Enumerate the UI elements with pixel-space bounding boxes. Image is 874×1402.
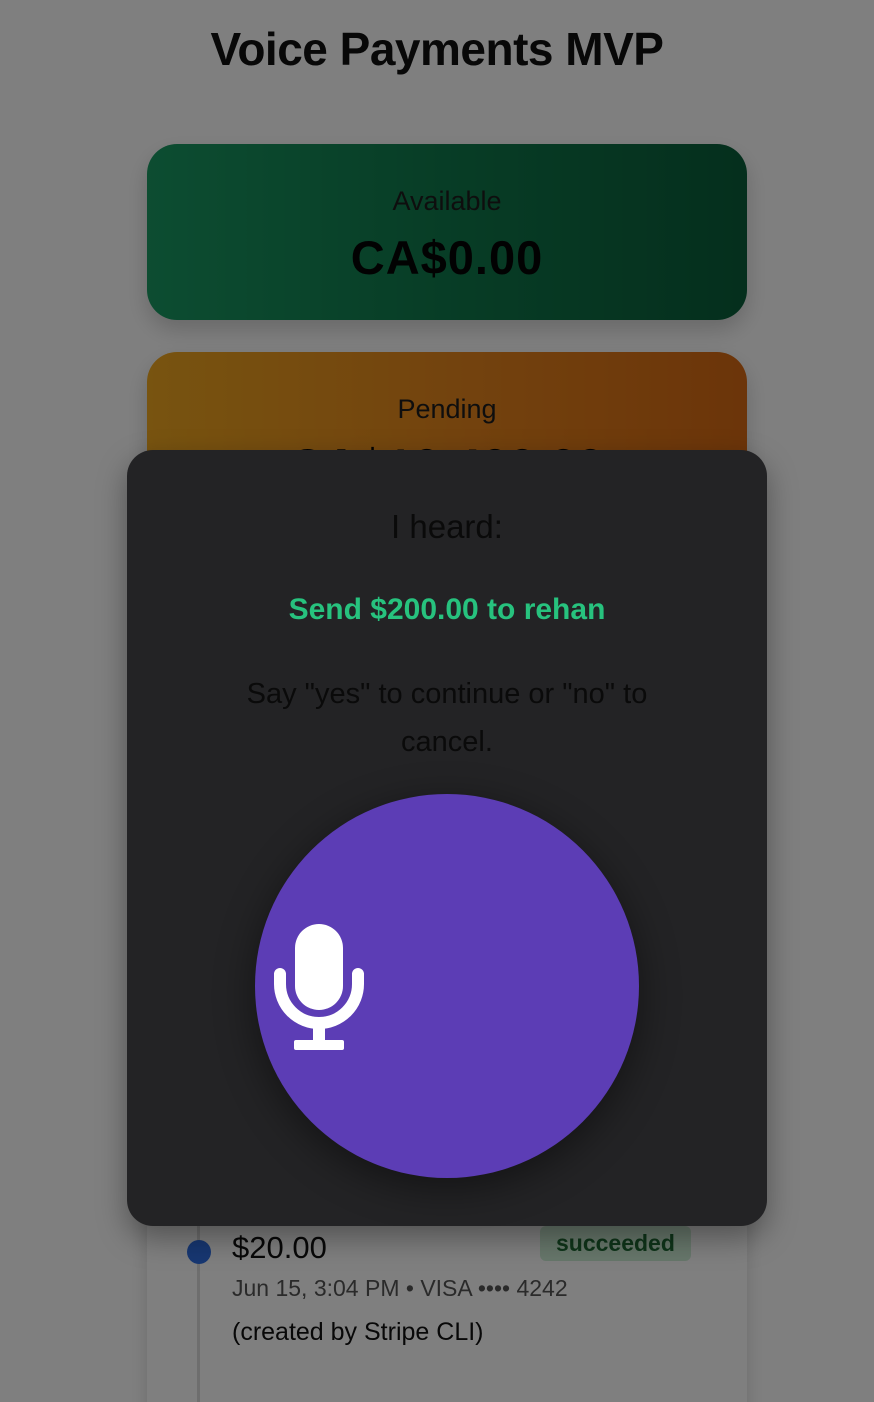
confirm-instructions: Say "yes" to continue or "no" to cancel. <box>246 678 648 758</box>
modal-heading: I heard: <box>391 508 503 545</box>
voice-confirm-modal: I heard: Send $200.00 to rehan Say "yes"… <box>127 450 767 1226</box>
microphone-icon <box>274 924 364 1050</box>
recognized-command: Send $200.00 to rehan <box>288 593 606 626</box>
microphone-button[interactable] <box>255 794 639 1178</box>
